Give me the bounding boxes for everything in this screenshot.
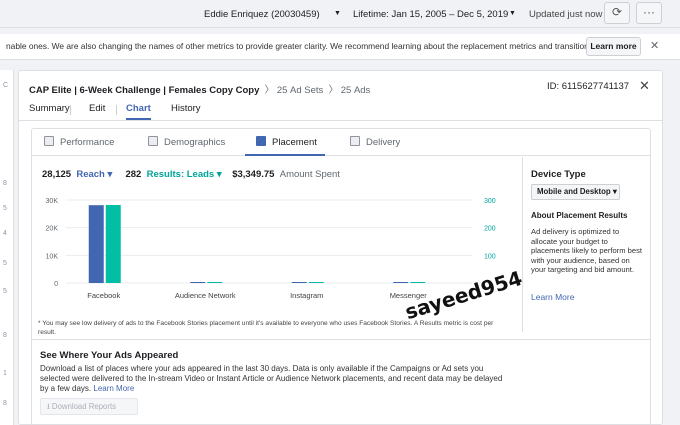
row-fragment: 4 [3,230,7,237]
close-icon[interactable]: ✕ [639,78,650,94]
results-value: 282 [125,169,142,180]
reach-label: Reach [76,169,105,180]
about-title: About Placement Results [531,211,628,220]
date-range-selector[interactable]: Lifetime: Jan 15, 2005 – Dec 5, 2019 [353,9,508,20]
row-fragment: 8 [3,180,7,187]
tab-history[interactable]: History [171,103,201,114]
ad-id: ID: 6115627741137 [547,81,630,92]
learn-more-link[interactable]: Learn More [93,384,134,393]
right-tick-label: 300 [484,198,496,205]
row-fragment: 8 [3,400,7,407]
subtab-placement[interactable]: Placement [256,136,317,148]
subtab-performance[interactable]: Performance [44,136,114,148]
top-bar: Eddie Enriquez (20030459) ▼ Lifetime: Ja… [0,0,680,28]
placement-sidebar: Device Type Mobile and Desktop ▾ About P… [522,157,650,332]
download-reports-button[interactable]: ⭳ Download Reports [40,398,138,415]
left-tick-label: 0 [54,281,58,288]
panel-title: CAP Elite | 6-Week Challenge | Females C… [29,85,371,96]
chart-icon [44,136,54,146]
row-fragment: 8 [3,332,7,339]
reach-dropdown[interactable]: Reach ▾ [76,169,112,180]
row-fragment: 5 [3,260,7,267]
more-icon: ··· [643,5,655,19]
account-selector[interactable]: Eddie Enriquez (20030459) [204,9,320,20]
crumb-ad-sets[interactable]: 25 Ad Sets [277,85,323,96]
more-button[interactable]: ··· [636,2,662,24]
tab-edit[interactable]: Edit [89,103,105,114]
row-fragment: 1 [3,370,7,377]
chart-footnote: * You may see low delivery of ads to the… [38,320,494,336]
subtab-label: Delivery [366,137,401,148]
download-icon: ⭳ [47,402,50,411]
learn-more-link[interactable]: Learn More [531,292,574,302]
subtab-label: Placement [272,137,317,148]
tab-chart[interactable]: Chart [126,103,151,120]
refresh-icon: ⟳ [611,5,623,19]
bar-results-leads [308,282,324,283]
metric-selectors: 28,125 Reach ▾ 282 Results: Leads ▾ $3,3… [42,169,340,180]
results-label: Results: Leads [146,169,215,180]
chevron-down-icon[interactable]: ▼ [509,10,516,17]
tab-divider [70,105,71,115]
spent-label: Amount Spent [279,169,340,180]
tab-divider [116,105,117,115]
ad-detail-panel: CAP Elite | 6-Week Challenge | Females C… [18,70,663,425]
bar-results-leads [410,282,426,283]
right-tick-label: 200 [484,226,496,233]
results-dropdown[interactable]: Results: Leads ▾ [147,169,222,180]
chevron-down-icon[interactable]: ▼ [334,10,341,17]
subtab-label: Demographics [164,137,226,148]
row-fragment: C [3,82,9,89]
subtab-label: Performance [60,137,115,148]
people-icon [148,136,158,146]
subtab-demographics[interactable]: Demographics [148,136,225,148]
panel-tabs: Summary Edit Chart History [19,99,662,121]
row-fragment: 5 [3,288,7,295]
bar-reach [393,282,409,283]
device-type-label: Device Type [531,169,586,180]
device-value: Mobile and Desktop [537,187,611,196]
banner-message: nable ones. We are also changing the nam… [6,41,610,51]
spent-value: $3,349.75 [232,169,275,180]
active-subtab-indicator [245,154,325,156]
left-table-edge: C 8 5 4 5 5 8 1 8 [0,70,14,425]
crumb-ads[interactable]: 25 Ads [341,85,371,96]
right-tick-label: 100 [484,253,496,260]
row-fragment: 5 [3,205,7,212]
bar-results-leads [207,282,223,283]
left-tick-label: 20K [46,226,59,233]
ads-appeared-section: See Where Your Ads Appeared Download a l… [32,339,650,425]
bar-reach [88,205,104,283]
learn-more-button[interactable]: Learn more [586,37,641,56]
category-label: Instagram [290,291,323,300]
about-text: Ad delivery is optimized to allocate you… [531,227,642,274]
tab-summary[interactable]: Summary [29,103,70,114]
section-title: See Where Your Ads Appeared [40,350,179,361]
ad-name: CAP Elite | 6-Week Challenge | Females C… [29,85,260,96]
reach-value: 28,125 [42,169,72,180]
subtab-delivery[interactable]: Delivery [350,136,400,148]
device-type-dropdown[interactable]: Mobile and Desktop ▾ [531,184,620,200]
download-label: Download Reports [51,402,117,411]
bar-reach [291,282,307,283]
chart-subtabs: Performance Demographics Placement Deliv… [32,129,650,156]
bar-reach [190,282,206,283]
chart-icon [350,136,360,146]
left-tick-label: 10K [46,253,59,260]
left-tick-label: 30K [46,198,59,205]
info-banner: nable ones. We are also changing the nam… [0,34,680,60]
category-label: Audience Network [175,291,236,300]
refresh-button[interactable]: ⟳ [604,2,630,24]
placement-icon [256,136,266,146]
bar-results-leads [105,204,121,283]
updated-status: Updated just now [529,9,603,20]
category-label: Facebook [87,291,120,300]
section-text: Download a list of places where your ads… [40,364,510,394]
close-icon[interactable]: ✕ [650,39,659,52]
chart-card: Performance Demographics Placement Deliv… [31,128,651,425]
